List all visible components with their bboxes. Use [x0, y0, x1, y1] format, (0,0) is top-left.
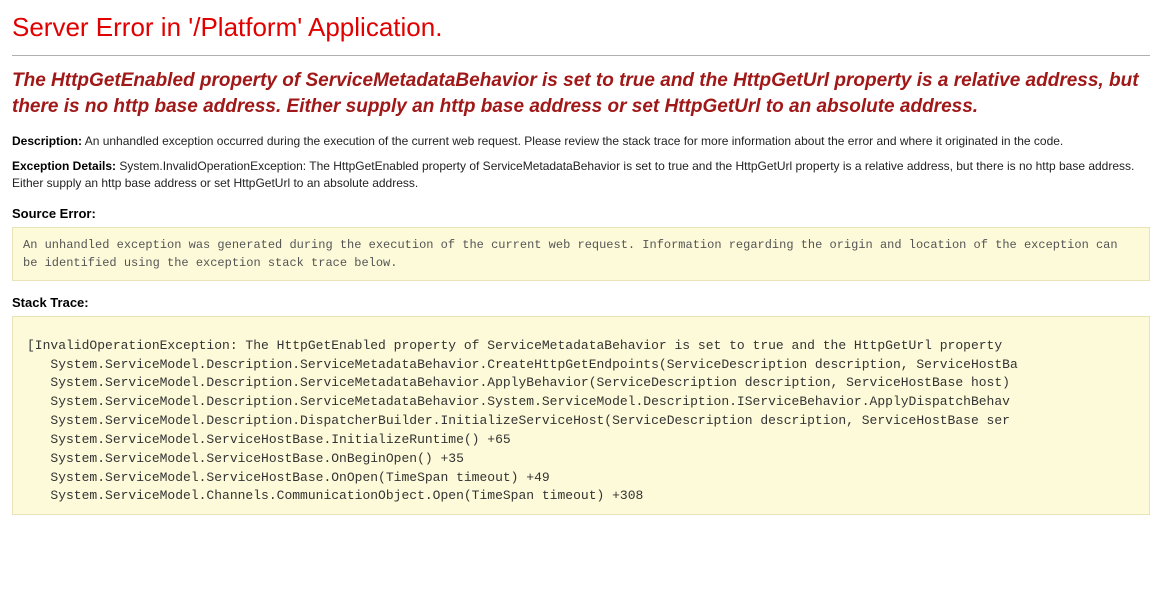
- description-label: Description:: [12, 134, 82, 148]
- description-line: Description: An unhandled exception occu…: [12, 133, 1150, 150]
- page-title: Server Error in '/Platform' Application.: [12, 12, 1150, 43]
- error-message: The HttpGetEnabled property of ServiceMe…: [12, 68, 1150, 119]
- stack-trace-box: [InvalidOperationException: The HttpGetE…: [12, 316, 1150, 516]
- description-text: An unhandled exception occurred during t…: [85, 134, 1064, 148]
- exception-details-label: Exception Details:: [12, 159, 116, 173]
- source-error-label: Source Error:: [12, 206, 1150, 221]
- exception-details-text: System.InvalidOperationException: The Ht…: [12, 159, 1134, 190]
- exception-details-line: Exception Details: System.InvalidOperati…: [12, 158, 1150, 192]
- stack-trace-label: Stack Trace:: [12, 295, 1150, 310]
- source-error-box: An unhandled exception was generated dur…: [12, 227, 1150, 281]
- divider: [12, 55, 1150, 56]
